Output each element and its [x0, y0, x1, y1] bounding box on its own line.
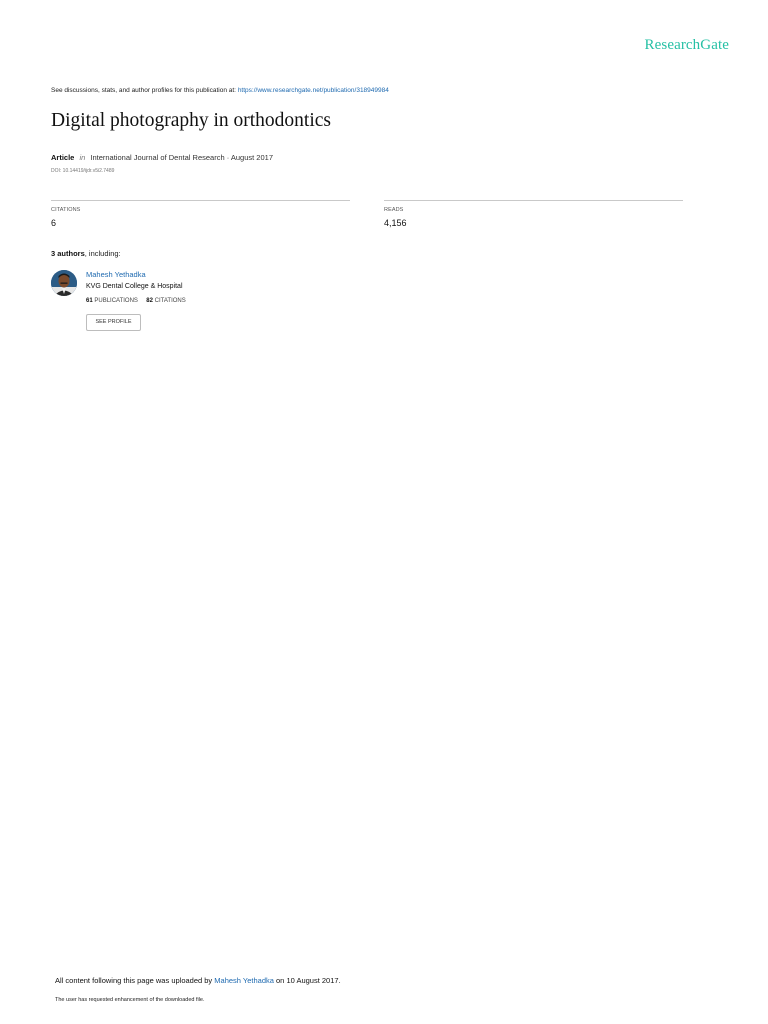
citations-label: CITATIONS	[51, 207, 81, 213]
publications-count: 61	[86, 298, 93, 304]
upload-prefix: All content following this page was uplo…	[55, 976, 213, 985]
authors-heading: 3 authors, including:	[51, 249, 121, 258]
publication-kind: Article	[51, 153, 75, 162]
upload-suffix: on 10 August 2017.	[276, 976, 341, 985]
author-counts: 61 PUBLICATIONS 82 CITATIONS	[86, 298, 186, 304]
in-word: in	[79, 153, 86, 162]
publications-label: PUBLICATIONS	[94, 298, 138, 304]
publication-venue: International Journal of Dental Research…	[90, 153, 273, 162]
researchgate-logo[interactable]: ResearchGate	[645, 37, 729, 54]
see-profile-button[interactable]: SEE PROFILE	[86, 314, 141, 331]
discussion-line: See discussions, stats, and author profi…	[51, 87, 389, 94]
publication-meta: Article in International Journal of Dent…	[51, 153, 273, 162]
publication-link[interactable]: https://www.researchgate.net/publication…	[238, 87, 389, 94]
author-photo	[51, 270, 77, 296]
citations-value: 6	[51, 218, 57, 228]
author-citations-count: 82	[146, 298, 153, 304]
uploader-link[interactable]: Mahesh Yethadka	[214, 976, 274, 985]
authors-suffix: , including:	[84, 249, 121, 258]
enhancement-note: The user has requested enhancement of th…	[55, 997, 205, 1003]
reads-stat: READS 4,156	[384, 200, 683, 228]
author-name-link[interactable]: Mahesh Yethadka	[86, 270, 146, 279]
author-affiliation: KVG Dental College & Hospital	[86, 283, 183, 290]
reads-label: READS	[384, 207, 404, 213]
upload-line: All content following this page was uplo…	[55, 976, 341, 985]
reads-value: 4,156	[384, 218, 407, 228]
publication-doi: DOI: 10.14419/ijdr.v5i2.7489	[51, 168, 115, 174]
authors-count: 3 authors	[51, 249, 85, 258]
publication-title: Digital photography in orthodontics	[51, 110, 332, 131]
author-citations-label: CITATIONS	[154, 298, 186, 304]
citations-stat: CITATIONS 6	[51, 200, 350, 228]
avatar[interactable]	[51, 270, 77, 296]
discussion-prefix: See discussions, stats, and author profi…	[51, 87, 236, 94]
